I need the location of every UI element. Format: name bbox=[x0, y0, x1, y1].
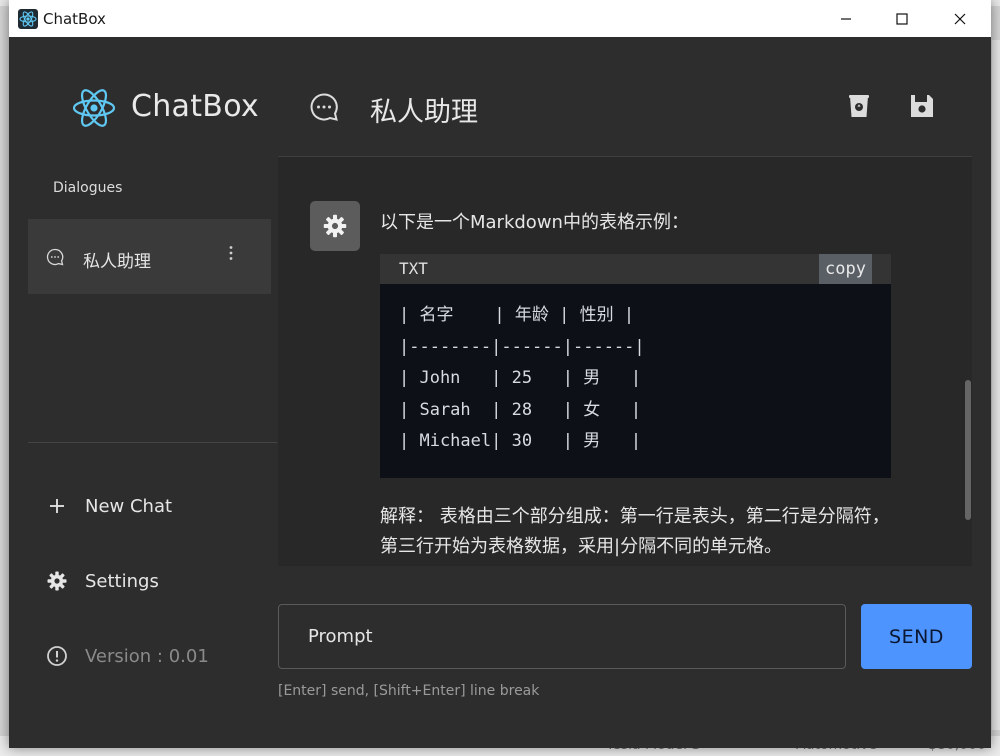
send-button[interactable]: SEND bbox=[861, 604, 972, 669]
dialogue-item[interactable]: 私人助理 bbox=[28, 219, 271, 294]
code-line: | John | 25 | 男 | bbox=[399, 368, 642, 388]
code-line: | Michael| 30 | 男 | bbox=[399, 431, 642, 451]
prompt-placeholder: Prompt bbox=[308, 626, 373, 647]
minimize-button[interactable] bbox=[817, 0, 875, 37]
code-line: | Sarah | 28 | 女 | bbox=[399, 399, 642, 420]
chat-bubble-icon bbox=[46, 248, 64, 266]
close-button[interactable] bbox=[931, 0, 989, 37]
message-list: 以下是一个Markdown中的表格示例： TXT copy | 名字 | 年龄 … bbox=[278, 157, 972, 566]
input-hint: [Enter] send, [Shift+Enter] line break bbox=[278, 683, 540, 699]
floppy-disk-icon bbox=[911, 95, 933, 117]
close-icon bbox=[954, 13, 966, 24]
gear-icon bbox=[323, 214, 347, 238]
chat-title: 私人助理 bbox=[370, 97, 478, 128]
brand-name: ChatBox bbox=[131, 89, 259, 124]
window-title: ChatBox bbox=[43, 10, 106, 28]
code-language-label: TXT bbox=[399, 259, 428, 278]
message-explanation: 解释： 表格由三个部分组成：第一行是表头，第二行是分隔符，第三行开始为表格数据，… bbox=[380, 506, 890, 557]
sidebar: ChatBox Dialogues 私人助理 New Chat Settings… bbox=[9, 37, 277, 748]
message-intro: 以下是一个Markdown中的表格示例： bbox=[380, 212, 689, 233]
new-chat-button[interactable]: New Chat bbox=[45, 494, 172, 518]
vertical-dots-icon[interactable] bbox=[222, 243, 240, 269]
dialogues-section-label: Dialogues bbox=[53, 180, 123, 196]
background-right-edge bbox=[992, 40, 1000, 730]
save-chat-button[interactable] bbox=[908, 92, 936, 120]
code-block: TXT copy | 名字 | 年龄 | 性别 | |--------|-----… bbox=[380, 254, 891, 478]
dialogue-item-label: 私人助理 bbox=[83, 252, 151, 272]
code-line: | 名字 | 年龄 | 性别 | bbox=[399, 305, 635, 325]
code-line: |--------|------|------| bbox=[399, 336, 645, 357]
plus-icon bbox=[45, 494, 69, 518]
version-info: Version : 0.01 bbox=[45, 644, 209, 668]
settings-button[interactable]: Settings bbox=[45, 569, 159, 593]
title-bar: ChatBox bbox=[9, 0, 991, 37]
clear-chat-button[interactable] bbox=[845, 92, 873, 120]
maximize-icon bbox=[896, 12, 908, 25]
app-icon bbox=[18, 9, 38, 29]
minimize-icon bbox=[841, 17, 851, 20]
trash-icon bbox=[849, 95, 869, 117]
maximize-button[interactable] bbox=[873, 0, 931, 37]
copy-code-button[interactable]: copy bbox=[819, 254, 872, 284]
code-block-header: TXT copy bbox=[380, 254, 891, 284]
gear-icon bbox=[45, 569, 69, 593]
assistant-avatar bbox=[310, 201, 360, 251]
settings-label: Settings bbox=[85, 570, 159, 592]
message-scrollbar[interactable] bbox=[965, 380, 971, 520]
react-atom-icon bbox=[71, 85, 117, 131]
info-circle-icon bbox=[45, 644, 69, 668]
version-label: Version : 0.01 bbox=[85, 645, 209, 667]
new-chat-label: New Chat bbox=[85, 495, 173, 517]
chat-bubble-icon bbox=[309, 92, 339, 122]
chatbox-window: ChatBox ChatBox Dialogues 私人助理 New Chat … bbox=[9, 0, 991, 748]
sidebar-divider bbox=[28, 442, 277, 443]
prompt-input[interactable]: Prompt bbox=[278, 604, 846, 669]
code-content: | 名字 | 年龄 | 性别 | |--------|------|------|… bbox=[399, 300, 645, 458]
